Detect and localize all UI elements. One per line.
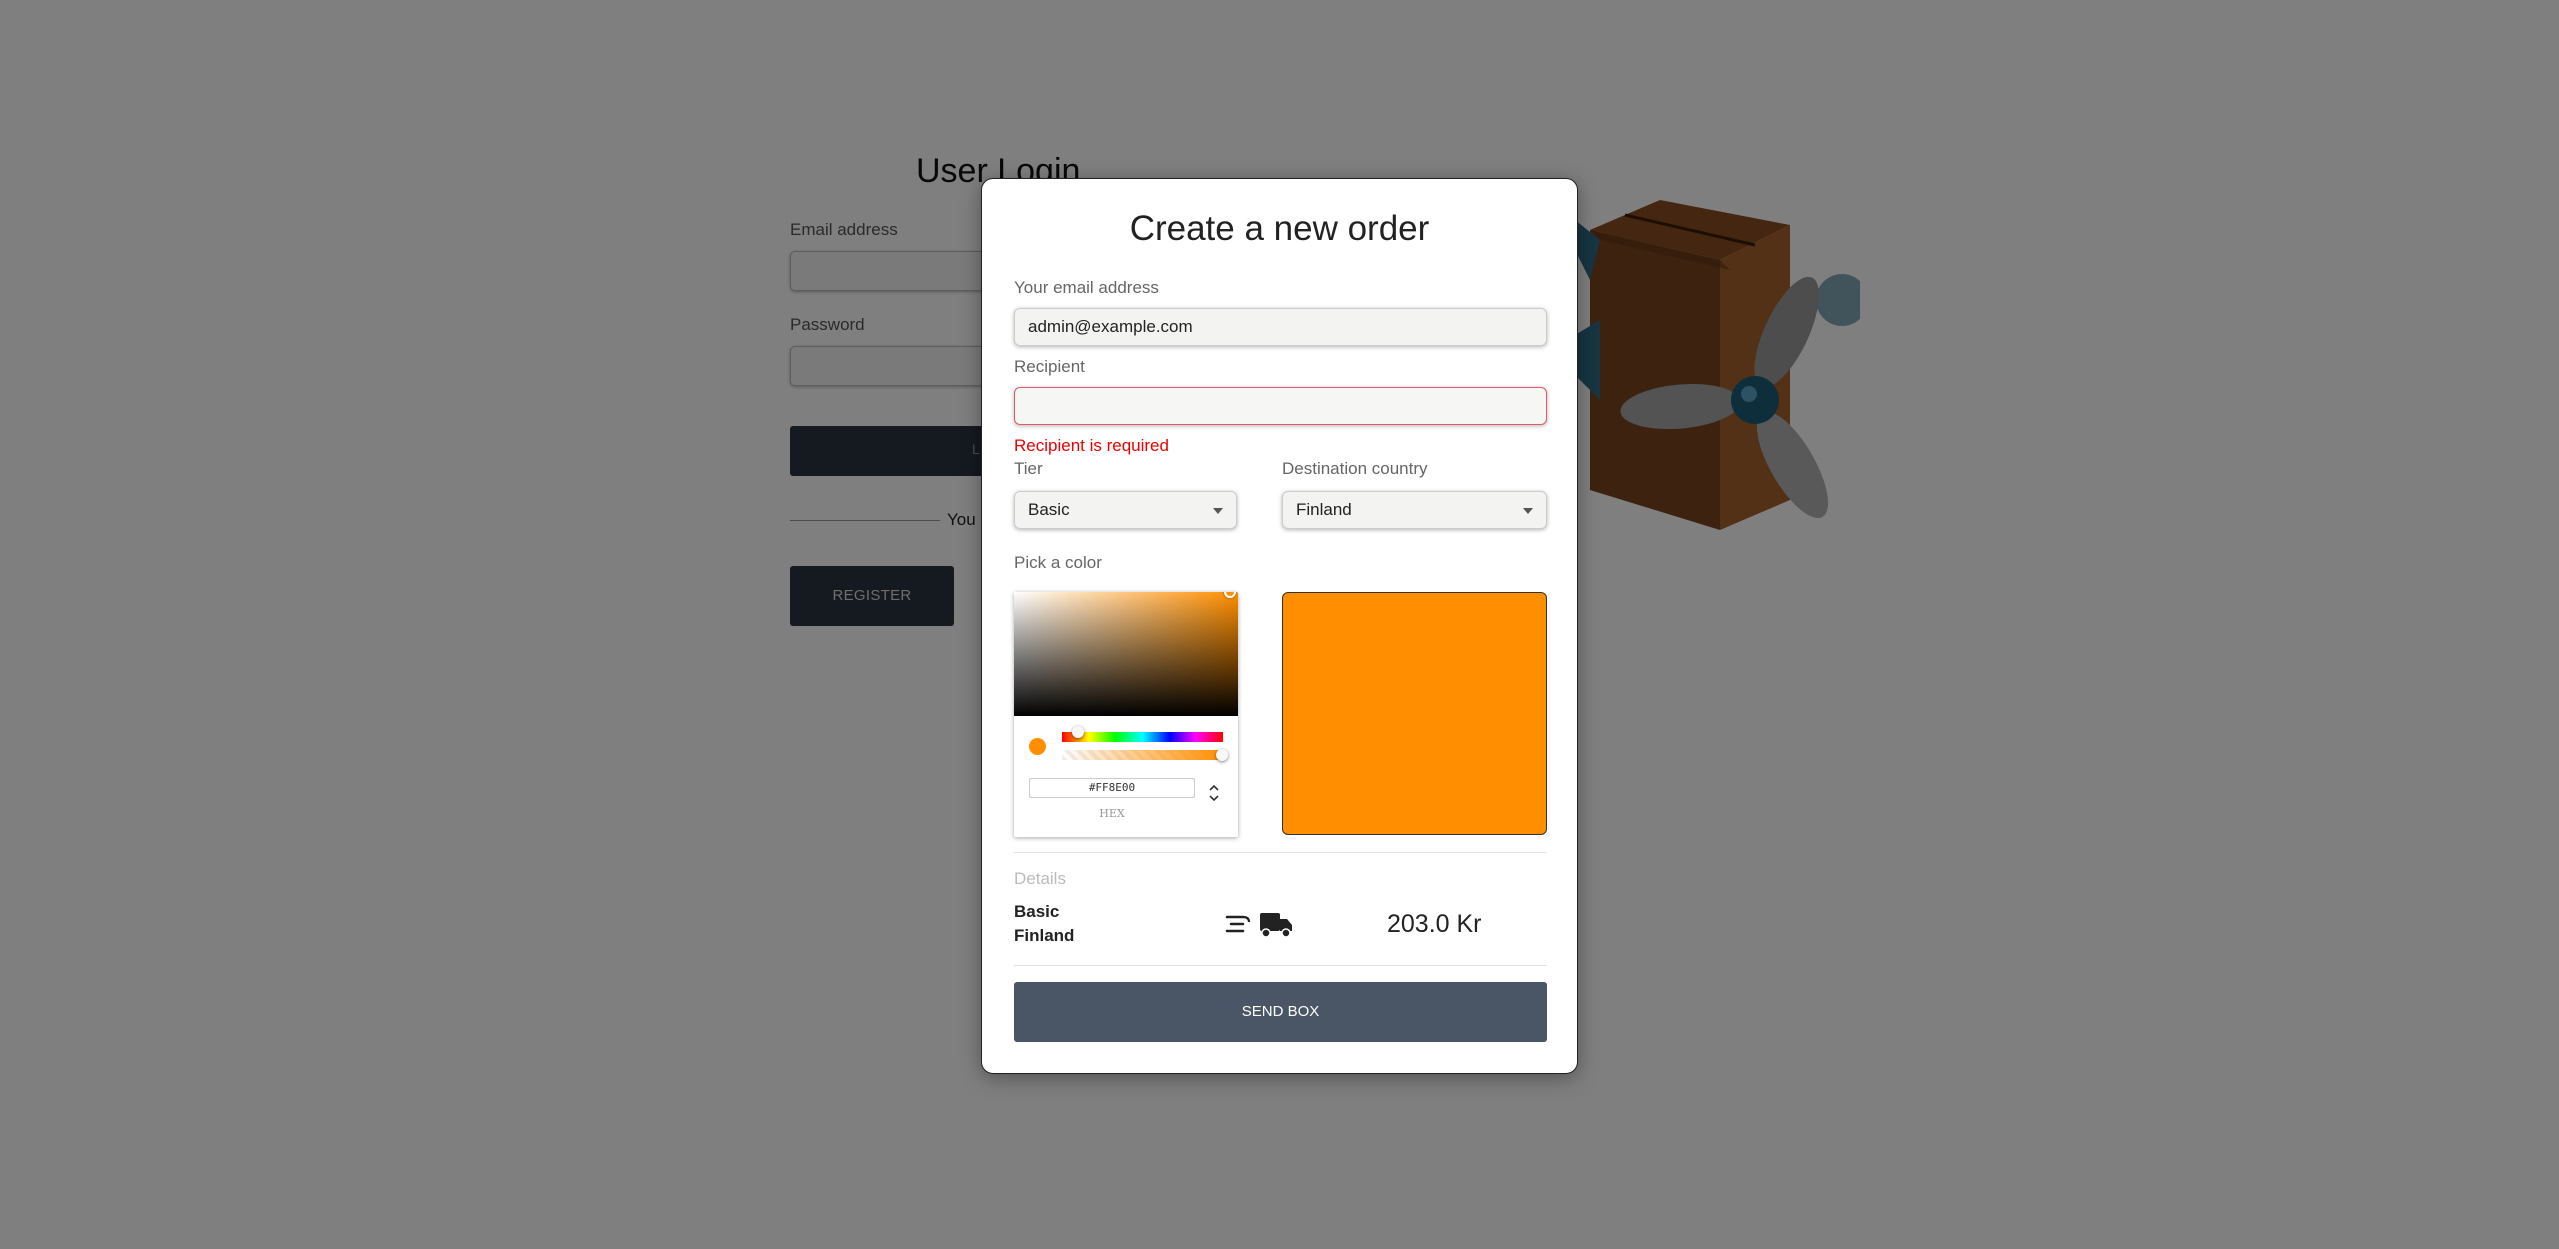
fast-delivery-truck-icon: [1225, 913, 1292, 938]
details-label: Details: [1014, 869, 1066, 888]
current-color-swatch: [1029, 738, 1046, 755]
modal-title: Create a new order: [1129, 209, 1430, 248]
create-order-modal: Create a new order Your email address Re…: [981, 178, 1578, 1074]
chevron-down-icon: [1213, 508, 1223, 514]
recipient-input[interactable]: [1014, 387, 1547, 425]
destination-selected-value: Finland: [1296, 500, 1352, 519]
color-label: Pick a color: [1014, 553, 1102, 572]
hue-slider-handle[interactable]: [1072, 726, 1084, 738]
hex-format-label: HEX: [1099, 807, 1125, 820]
email-label: Your email address: [1014, 278, 1159, 297]
alpha-slider[interactable]: [1062, 750, 1223, 760]
color-preview: [1282, 592, 1547, 835]
alpha-slider-handle[interactable]: [1216, 749, 1228, 761]
hex-input[interactable]: #FF8E00: [1029, 778, 1195, 798]
details-tier: Basic: [1014, 902, 1060, 921]
chevron-down-icon: [1523, 508, 1533, 514]
tier-selected-value: Basic: [1028, 500, 1070, 519]
tier-label: Tier: [1014, 459, 1043, 478]
divider: [1014, 852, 1547, 853]
tier-select[interactable]: Basic: [1014, 491, 1237, 529]
hue-slider[interactable]: [1062, 732, 1223, 742]
order-price: 203.0 Kr: [1387, 910, 1482, 938]
divider: [1014, 965, 1547, 966]
destination-label: Destination country: [1282, 459, 1428, 478]
details-country: Finland: [1014, 926, 1075, 945]
recipient-label: Recipient: [1014, 357, 1085, 376]
email-input[interactable]: [1014, 308, 1547, 346]
color-picker: #FF8E00 HEX: [1014, 592, 1238, 837]
destination-select[interactable]: Finland: [1282, 491, 1547, 529]
recipient-error: Recipient is required: [1014, 436, 1169, 455]
saturation-area[interactable]: [1014, 592, 1238, 716]
format-toggle-icon[interactable]: [1207, 782, 1221, 804]
send-box-button[interactable]: SEND BOX: [1014, 982, 1547, 1042]
